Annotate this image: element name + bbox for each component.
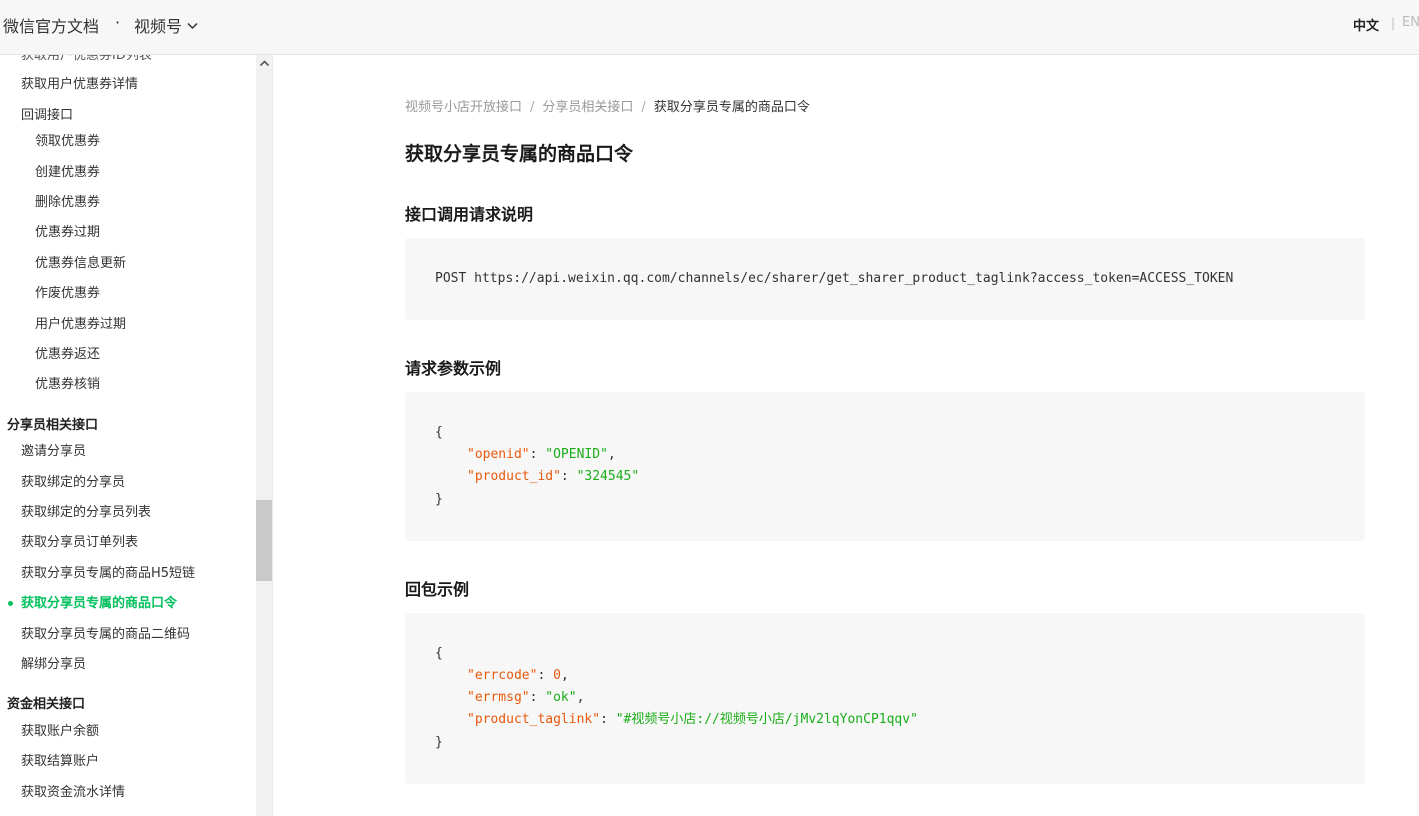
main-content: 视频号小店开放接口 / 分享员相关接口 / 获取分享员专属的商品口令 获取分享员专属的商… — [273, 55, 1419, 816]
sidebar-item[interactable]: 获取分享员订单列表 — [21, 533, 138, 553]
sidebar-item[interactable]: 获取资金流水详情 — [21, 783, 125, 803]
page-title: 获取分享员专属的商品口令 — [405, 143, 634, 165]
section-title-response: 回包示例 — [405, 580, 470, 599]
sidebar-item[interactable]: 获取绑定的分享员列表 — [21, 503, 151, 523]
json-brace: } — [435, 492, 443, 507]
json-key: "product_taglink" — [467, 712, 601, 727]
json-value: 0 — [553, 668, 561, 683]
sidebar-nav: 获取用户优惠券ID列表 获取用户优惠券详情 回调接口 领取优惠券 创建优惠券 删… — [0, 55, 273, 816]
json-colon: : — [529, 447, 546, 462]
sidebar-item[interactable]: 邀请分享员 — [21, 442, 86, 462]
sidebar-item[interactable]: 解绑分享员 — [21, 655, 86, 675]
json-colon: : — [600, 712, 616, 727]
sidebar-item-active[interactable]: 获取分享员专属的商品口令 — [21, 594, 177, 614]
breadcrumb-separator: / — [641, 100, 646, 115]
lang-separator: | — [1391, 16, 1396, 30]
lang-en-link[interactable]: EN — [1402, 15, 1419, 30]
json-line: "product_id": "324545" — [467, 467, 639, 487]
sidebar-subitem[interactable]: 领取优惠券 — [35, 132, 100, 152]
breadcrumb-current: 获取分享员专属的商品口令 — [653, 100, 810, 115]
json-key: "errcode" — [467, 668, 538, 683]
json-comma: , — [560, 668, 569, 683]
sidebar-subitem[interactable]: 优惠券信息更新 — [35, 254, 126, 274]
json-key: "product_id" — [467, 469, 561, 484]
header-dot: · — [115, 13, 121, 32]
sidebar-subitem[interactable]: 优惠券过期 — [35, 223, 100, 243]
breadcrumb: 视频号小店开放接口 / 分享员相关接口 / 获取分享员专属的商品口令 — [405, 96, 810, 115]
sidebar-item[interactable]: 获取账户余额 — [21, 722, 99, 742]
chevron-down-icon — [187, 15, 198, 34]
json-line: "errcode": 0, — [467, 666, 569, 686]
json-brace: { — [435, 646, 443, 661]
request-url: POST https://api.weixin.qq.com/channels/… — [435, 271, 1234, 286]
section-title-params: 请求参数示例 — [405, 359, 502, 378]
sidebar-item[interactable]: 获取用户优惠券详情 — [21, 75, 138, 95]
sidebar-subitem[interactable]: 优惠券核销 — [35, 375, 100, 395]
sidebar-subitem[interactable]: 优惠券返还 — [35, 345, 100, 365]
sidebar-group-fund[interactable]: 资金相关接口 — [7, 695, 85, 715]
json-line: "product_taglink": "#视频号小店://视频号小店/jMv2l… — [467, 710, 918, 730]
sidebar-item[interactable]: 获取绑定的分享员 — [21, 473, 125, 493]
sidebar-item[interactable]: 获取分享员专属的商品二维码 — [21, 625, 190, 645]
json-value: "#视频号小店://视频号小店/jMv2lqYonCP1qqv" — [615, 712, 918, 727]
scrollbar-thumb[interactable] — [256, 500, 272, 581]
breadcrumb-link[interactable]: 分享员相关接口 — [542, 100, 633, 115]
code-block-request-params: { "openid": "OPENID", "product_id": "324… — [405, 392, 1365, 541]
sidebar-group-sharer[interactable]: 分享员相关接口 — [7, 416, 98, 436]
section-title-request: 接口调用请求说明 — [405, 205, 534, 224]
channel-dropdown[interactable]: 视频号 — [134, 13, 198, 37]
json-colon: : — [537, 668, 554, 683]
breadcrumb-separator: / — [530, 100, 535, 115]
json-line: "openid": "OPENID", — [467, 445, 616, 465]
sidebar-subitem[interactable]: 用户优惠券过期 — [35, 315, 126, 335]
code-block-response: { "errcode": 0, "errmsg": "ok", "product… — [405, 613, 1365, 784]
triangle-up-icon[interactable] — [256, 55, 272, 72]
channel-label: 视频号 — [134, 17, 183, 36]
site-brand[interactable]: 微信官方文档 — [3, 13, 99, 37]
lang-zh-link[interactable]: 中文 — [1353, 15, 1379, 34]
sidebar-subitem[interactable]: 删除优惠券 — [35, 193, 100, 213]
json-key: "openid" — [467, 447, 530, 462]
json-value: "324545" — [576, 469, 640, 484]
json-value: "ok" — [545, 690, 577, 705]
sidebar-item[interactable]: 获取结算账户 — [21, 752, 99, 772]
breadcrumb-link[interactable]: 视频号小店开放接口 — [405, 100, 522, 115]
sidebar-item[interactable]: 获取分享员专属的商品H5短链 — [21, 564, 195, 584]
json-comma: , — [607, 447, 616, 462]
active-bullet-icon — [8, 601, 13, 606]
json-value: "OPENID" — [545, 447, 608, 462]
sidebar-item[interactable]: 获取用户优惠券ID列表 — [21, 55, 152, 66]
top-header: 微信官方文档 · 视频号 中文 | EN — [0, 0, 1419, 55]
json-line: "errmsg": "ok", — [467, 688, 584, 708]
json-brace: { — [435, 425, 443, 440]
json-colon: : — [560, 469, 577, 484]
json-colon: : — [529, 690, 546, 705]
json-comma: , — [576, 690, 585, 705]
sidebar-scrollbar[interactable] — [256, 55, 272, 816]
json-key: "errmsg" — [467, 690, 530, 705]
code-block-request-url: POST https://api.weixin.qq.com/channels/… — [405, 238, 1365, 320]
json-brace: } — [435, 735, 443, 750]
sidebar-item-callbacks[interactable]: 回调接口 — [21, 106, 73, 126]
sidebar-subitem[interactable]: 创建优惠券 — [35, 163, 100, 183]
sidebar-subitem[interactable]: 作废优惠券 — [35, 284, 100, 304]
